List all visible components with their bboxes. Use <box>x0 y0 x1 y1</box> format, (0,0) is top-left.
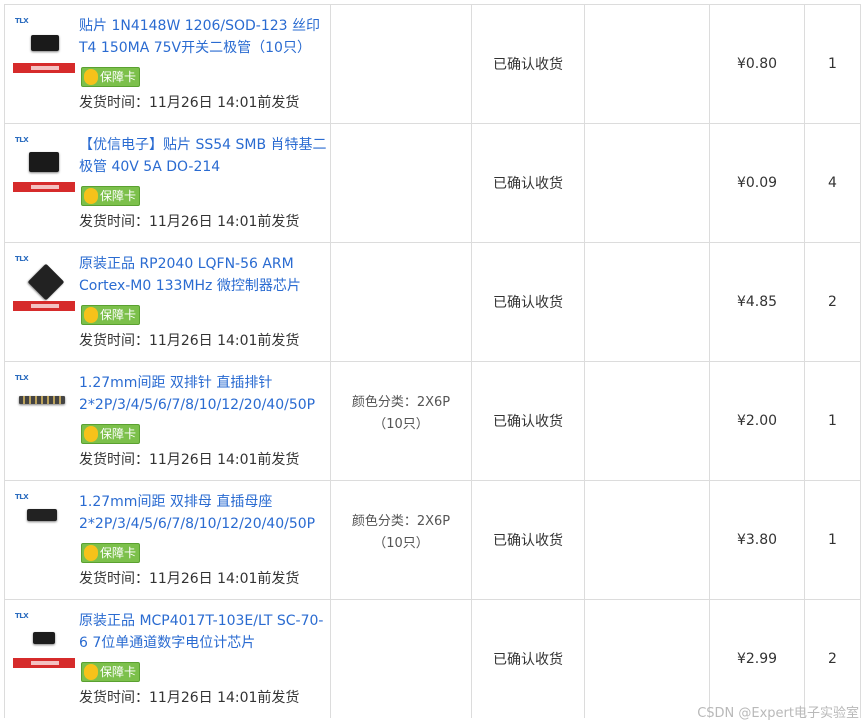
shield-icon <box>84 307 98 323</box>
spec-cell <box>331 124 472 242</box>
guarantee-badge[interactable]: 保障卡 <box>81 662 141 682</box>
status-text: 已确认收货 <box>493 176 563 192</box>
status-text: 已确认收货 <box>493 652 563 668</box>
order-row: TLX 原装正品 MCP4017T-103E/LT SC-70-6 7位单通道数… <box>5 600 861 718</box>
guarantee-badge[interactable]: 保障卡 <box>81 186 141 206</box>
status-cell: 已确认收货 <box>472 243 585 361</box>
spec-color: 颜色分类：2X6P <box>351 395 451 410</box>
csdn-watermark: CSDN @Expert电子实验室 <box>697 706 859 721</box>
price-cell: ¥2.99 <box>710 600 805 718</box>
price-cell: ¥2.00 <box>710 362 805 480</box>
product-cell: TLX 1.27mm间距 双排母 直插母座2*2P/3/4/5/6/7/8/10… <box>5 481 331 599</box>
ship-time: 发货时间：11月26日 14:01前发货 <box>79 95 300 111</box>
price-text: ¥2.99 <box>736 651 778 667</box>
spec-cell: 颜色分类：2X6P （10只） <box>331 362 472 480</box>
smb-diode-icon[interactable]: TLX <box>13 136 75 198</box>
status-cell: 已确认收货 <box>472 124 585 242</box>
order-row: TLX 原装正品 RP2040 LQFN-56 ARM Cortex-M0 13… <box>5 243 861 362</box>
status-cell: 已确认收货 <box>472 362 585 480</box>
price-text: ¥3.80 <box>736 532 778 548</box>
price-cell: ¥0.09 <box>710 124 805 242</box>
order-row: TLX 【优信电子】贴片 SS54 SMB 肖特基二极管 40V 5A DO-2… <box>5 124 861 243</box>
product-title-link[interactable]: 1.27mm间距 双排母 直插母座2*2P/3/4/5/6/7/8/10/12/… <box>79 491 327 535</box>
qty-cell: 1 <box>805 5 861 123</box>
qfn-chip-icon[interactable]: TLX <box>13 255 75 317</box>
ship-time: 发货时间：11月26日 14:01前发货 <box>79 690 300 706</box>
qty-text: 1 <box>828 532 837 548</box>
product-cell: TLX 原装正品 RP2040 LQFN-56 ARM Cortex-M0 13… <box>5 243 331 361</box>
price-text: ¥4.85 <box>736 294 778 310</box>
shield-icon <box>84 188 98 204</box>
empty-cell <box>585 362 710 480</box>
status-cell: 已确认收货 <box>472 5 585 123</box>
qty-cell: 4 <box>805 124 861 242</box>
price-text: ¥2.00 <box>736 413 778 429</box>
product-cell: TLX 【优信电子】贴片 SS54 SMB 肖特基二极管 40V 5A DO-2… <box>5 124 331 242</box>
empty-cell <box>585 5 710 123</box>
status-cell: 已确认收货 <box>472 481 585 599</box>
empty-cell <box>585 243 710 361</box>
price-cell: ¥3.80 <box>710 481 805 599</box>
order-table: TLX 贴片 1N4148W 1206/SOD-123 丝印T4 150MA 7… <box>4 4 861 718</box>
product-title-link[interactable]: 【优信电子】贴片 SS54 SMB 肖特基二极管 40V 5A DO-214 <box>79 134 327 178</box>
price-text: ¥0.80 <box>736 56 778 72</box>
qty-text: 2 <box>828 294 837 310</box>
product-cell: TLX 贴片 1N4148W 1206/SOD-123 丝印T4 150MA 7… <box>5 5 331 123</box>
shield-icon <box>84 545 98 561</box>
order-row: TLX 1.27mm间距 双排母 直插母座2*2P/3/4/5/6/7/8/10… <box>5 481 861 600</box>
female-header-icon[interactable]: TLX <box>13 493 75 555</box>
shield-icon <box>84 69 98 85</box>
status-cell: 已确认收货 <box>472 600 585 718</box>
shield-icon <box>84 664 98 680</box>
price-cell: ¥0.80 <box>710 5 805 123</box>
shield-icon <box>84 426 98 442</box>
guarantee-badge[interactable]: 保障卡 <box>81 67 141 87</box>
guarantee-badge[interactable]: 保障卡 <box>81 424 141 444</box>
qty-cell: 2 <box>805 600 861 718</box>
spec-note: （10只） <box>373 536 429 551</box>
spec-cell <box>331 243 472 361</box>
qty-text: 1 <box>828 56 837 72</box>
status-text: 已确认收货 <box>493 295 563 311</box>
ship-time: 发货时间：11月26日 14:01前发货 <box>79 214 300 230</box>
status-text: 已确认收货 <box>493 57 563 73</box>
ship-time: 发货时间：11月26日 14:01前发货 <box>79 571 300 587</box>
spec-cell <box>331 600 472 718</box>
guarantee-badge[interactable]: 保障卡 <box>81 543 141 563</box>
qty-cell: 1 <box>805 481 861 599</box>
product-title-link[interactable]: 1.27mm间距 双排针 直插排针2*2P/3/4/5/6/7/8/10/12/… <box>79 372 327 416</box>
status-text: 已确认收货 <box>493 533 563 549</box>
empty-cell <box>585 124 710 242</box>
qty-text: 1 <box>828 413 837 429</box>
price-text: ¥0.09 <box>736 175 778 191</box>
empty-cell <box>585 481 710 599</box>
qty-text: 4 <box>828 175 837 191</box>
qty-text: 2 <box>828 651 837 667</box>
price-cell: ¥4.85 <box>710 243 805 361</box>
product-title-link[interactable]: 原装正品 RP2040 LQFN-56 ARM Cortex-M0 133MHz… <box>79 253 327 297</box>
sod123-diode-icon[interactable]: TLX <box>13 17 75 79</box>
sc70-chip-icon[interactable]: TLX <box>13 612 75 674</box>
order-row: TLX 贴片 1N4148W 1206/SOD-123 丝印T4 150MA 7… <box>5 5 861 124</box>
product-title-link[interactable]: 原装正品 MCP4017T-103E/LT SC-70-6 7位单通道数字电位计… <box>79 610 327 654</box>
empty-cell <box>585 600 710 718</box>
order-row: TLX 1.27mm间距 双排针 直插排针2*2P/3/4/5/6/7/8/10… <box>5 362 861 481</box>
spec-color: 颜色分类：2X6P <box>351 514 451 529</box>
product-cell: TLX 1.27mm间距 双排针 直插排针2*2P/3/4/5/6/7/8/10… <box>5 362 331 480</box>
product-title-link[interactable]: 贴片 1N4148W 1206/SOD-123 丝印T4 150MA 75V开关… <box>79 15 327 59</box>
qty-cell: 2 <box>805 243 861 361</box>
ship-time: 发货时间：11月26日 14:01前发货 <box>79 452 300 468</box>
guarantee-badge[interactable]: 保障卡 <box>81 305 141 325</box>
product-cell: TLX 原装正品 MCP4017T-103E/LT SC-70-6 7位单通道数… <box>5 600 331 718</box>
spec-cell <box>331 5 472 123</box>
spec-note: （10只） <box>373 417 429 432</box>
spec-cell: 颜色分类：2X6P （10只） <box>331 481 472 599</box>
status-text: 已确认收货 <box>493 414 563 430</box>
pin-header-icon[interactable]: TLX <box>13 374 75 436</box>
qty-cell: 1 <box>805 362 861 480</box>
ship-time: 发货时间：11月26日 14:01前发货 <box>79 333 300 349</box>
